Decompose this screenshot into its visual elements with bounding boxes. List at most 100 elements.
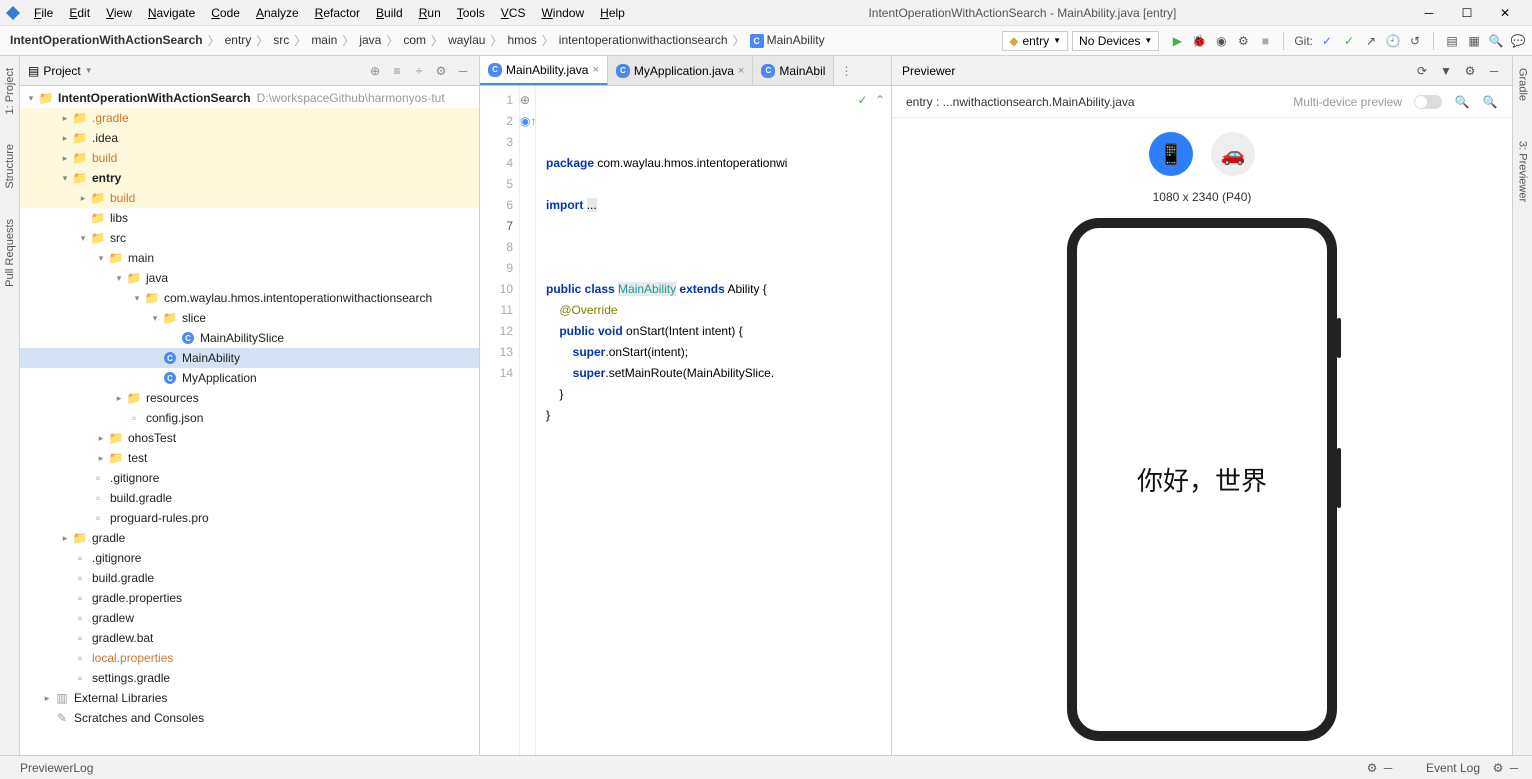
phone-device-button[interactable]: 📱 (1149, 132, 1193, 176)
zoom-out-icon[interactable]: 🔍 (1454, 94, 1470, 110)
status-hide-icon[interactable]: ─ (1380, 760, 1396, 776)
run-config-combo[interactable]: ◆entry▼ (1002, 31, 1068, 51)
status-gear2-icon[interactable]: ⚙ (1490, 760, 1506, 776)
tree-item[interactable]: ▸📁.gradle (20, 108, 479, 128)
menu-edit[interactable]: Edit (63, 4, 96, 22)
rail-project[interactable]: 1: Project (4, 68, 16, 114)
tree-item[interactable]: ▾📁entry (20, 168, 479, 188)
previewer-log[interactable]: PreviewerLog (10, 761, 103, 775)
crumb-0[interactable]: IntentOperationWithActionSearch (6, 31, 207, 49)
tab-MyApplication.java[interactable]: CMyApplication.java× (608, 56, 754, 85)
crumb-5[interactable]: com (399, 31, 430, 49)
tree-item[interactable]: ▫settings.gradle (20, 668, 479, 688)
crumb-2[interactable]: src (269, 31, 293, 49)
tree-item[interactable]: ▸▥External Libraries (20, 688, 479, 708)
inspection-check-icon[interactable]: ✓ ⌃ (858, 90, 885, 111)
tab-MainAbil[interactable]: CMainAbil (753, 56, 834, 85)
menu-analyze[interactable]: Analyze (250, 4, 305, 22)
menu-vcs[interactable]: VCS (495, 4, 532, 22)
tree-item[interactable]: ▾📁slice (20, 308, 479, 328)
menu-window[interactable]: Window (535, 4, 590, 22)
gear-icon[interactable]: ⚙ (433, 63, 449, 79)
event-log[interactable]: Event Log (1416, 761, 1490, 775)
rail-structure[interactable]: Structure (4, 144, 16, 189)
tree-item[interactable]: ▫.gitignore (20, 468, 479, 488)
tree-item[interactable]: ▫proguard-rules.pro (20, 508, 479, 528)
car-device-button[interactable]: 🚗 (1211, 132, 1255, 176)
crumb-3[interactable]: main (307, 31, 341, 49)
tree-item[interactable]: CMyApplication (20, 368, 479, 388)
tree-item[interactable]: CMainAbilitySlice (20, 328, 479, 348)
previewer-hide-icon[interactable]: ─ (1486, 63, 1502, 79)
git-history-icon[interactable]: 🕘 (1385, 33, 1401, 49)
tree-item[interactable]: ▸📁build (20, 148, 479, 168)
status-hide2-icon[interactable]: ─ (1506, 760, 1522, 776)
tree-item[interactable]: ▸📁gradle (20, 528, 479, 548)
tree-item[interactable]: ▫build.gradle (20, 488, 479, 508)
maximize-button[interactable]: ☐ (1452, 3, 1482, 23)
coverage-icon[interactable]: ◉ (1213, 33, 1229, 49)
tree-item[interactable]: ▾📁src (20, 228, 479, 248)
tree-item[interactable]: ▸📁test (20, 448, 479, 468)
hide-icon[interactable]: ─ (455, 63, 471, 79)
menu-tools[interactable]: Tools (451, 4, 491, 22)
tree-root[interactable]: ▾ 📁 IntentOperationWithActionSearch D:\w… (20, 88, 479, 108)
minimize-button[interactable]: ─ (1414, 3, 1444, 23)
refresh-icon[interactable]: ⟳ (1414, 63, 1430, 79)
menu-view[interactable]: View (100, 4, 138, 22)
menu-build[interactable]: Build (370, 4, 409, 22)
tree-item[interactable]: ▫config.json (20, 408, 479, 428)
tree-item[interactable]: ▫.gitignore (20, 548, 479, 568)
tabs-more-icon[interactable]: ⋮ (834, 64, 858, 78)
structure-icon[interactable]: ▤ (1444, 33, 1460, 49)
tree-item[interactable]: ▫build.gradle (20, 568, 479, 588)
assist-icon[interactable]: 💬 (1510, 33, 1526, 49)
tree-item[interactable]: ▾📁java (20, 268, 479, 288)
code-editor[interactable]: ✓ ⌃ package com.waylau.hmos.intentoperat… (536, 86, 891, 755)
crumb-1[interactable]: entry (221, 31, 256, 49)
tree-item[interactable]: ▸📁.idea (20, 128, 479, 148)
rail-pull-requests[interactable]: Pull Requests (4, 219, 16, 287)
multi-device-toggle[interactable] (1414, 95, 1442, 109)
expand-icon[interactable]: ≡ (389, 63, 405, 79)
locate-icon[interactable]: ⊕ (367, 63, 383, 79)
menu-run[interactable]: Run (413, 4, 447, 22)
search-icon[interactable]: 🔍 (1488, 33, 1504, 49)
tree-item[interactable]: 📁libs (20, 208, 479, 228)
project-tree[interactable]: ▾ 📁 IntentOperationWithActionSearch D:\w… (20, 86, 479, 755)
tree-item[interactable]: ▾📁com.waylau.hmos.intentoperationwithact… (20, 288, 479, 308)
crumb-7[interactable]: hmos (503, 31, 540, 49)
layout-icon[interactable]: ▦ (1466, 33, 1482, 49)
crumb-6[interactable]: waylau (444, 31, 489, 49)
git-rollback-icon[interactable]: ↺ (1407, 33, 1423, 49)
tree-item[interactable]: ▫gradlew (20, 608, 479, 628)
crumb-8[interactable]: intentoperationwithactionsearch (555, 31, 732, 49)
zoom-in-icon[interactable]: 🔍 (1482, 94, 1498, 110)
tab-MainAbility.java[interactable]: CMainAbility.java× (480, 56, 608, 85)
run-icon[interactable]: ▶ (1169, 33, 1185, 49)
profile-icon[interactable]: ⚙ (1235, 33, 1251, 49)
tree-item[interactable]: CMainAbility (20, 348, 479, 368)
close-button[interactable]: ✕ (1490, 3, 1520, 23)
menu-file[interactable]: File (28, 4, 59, 22)
tree-item[interactable]: ▸📁build (20, 188, 479, 208)
menu-code[interactable]: Code (205, 4, 246, 22)
menu-refactor[interactable]: Refactor (309, 4, 366, 22)
tree-item[interactable]: ▾📁main (20, 248, 479, 268)
tree-item[interactable]: ▫local.properties (20, 648, 479, 668)
git-update-icon[interactable]: ✓ (1319, 33, 1335, 49)
debug-icon[interactable]: 🐞 (1191, 33, 1207, 49)
rail-previewer[interactable]: 3: Previewer (1517, 141, 1529, 202)
crumb-9[interactable]: CMainAbility (746, 31, 829, 50)
tree-item[interactable]: ✎Scratches and Consoles (20, 708, 479, 728)
git-commit-icon[interactable]: ✓ (1341, 33, 1357, 49)
tree-item[interactable]: ▫gradlew.bat (20, 628, 479, 648)
stop-icon[interactable]: ■ (1257, 33, 1273, 49)
filter-icon[interactable]: ▼ (1438, 63, 1454, 79)
status-gear-icon[interactable]: ⚙ (1364, 760, 1380, 776)
previewer-gear-icon[interactable]: ⚙ (1462, 63, 1478, 79)
crumb-4[interactable]: java (355, 31, 385, 49)
devices-combo[interactable]: No Devices▼ (1072, 31, 1159, 51)
tree-item[interactable]: ▫gradle.properties (20, 588, 479, 608)
tab-close-icon[interactable]: × (738, 65, 744, 77)
